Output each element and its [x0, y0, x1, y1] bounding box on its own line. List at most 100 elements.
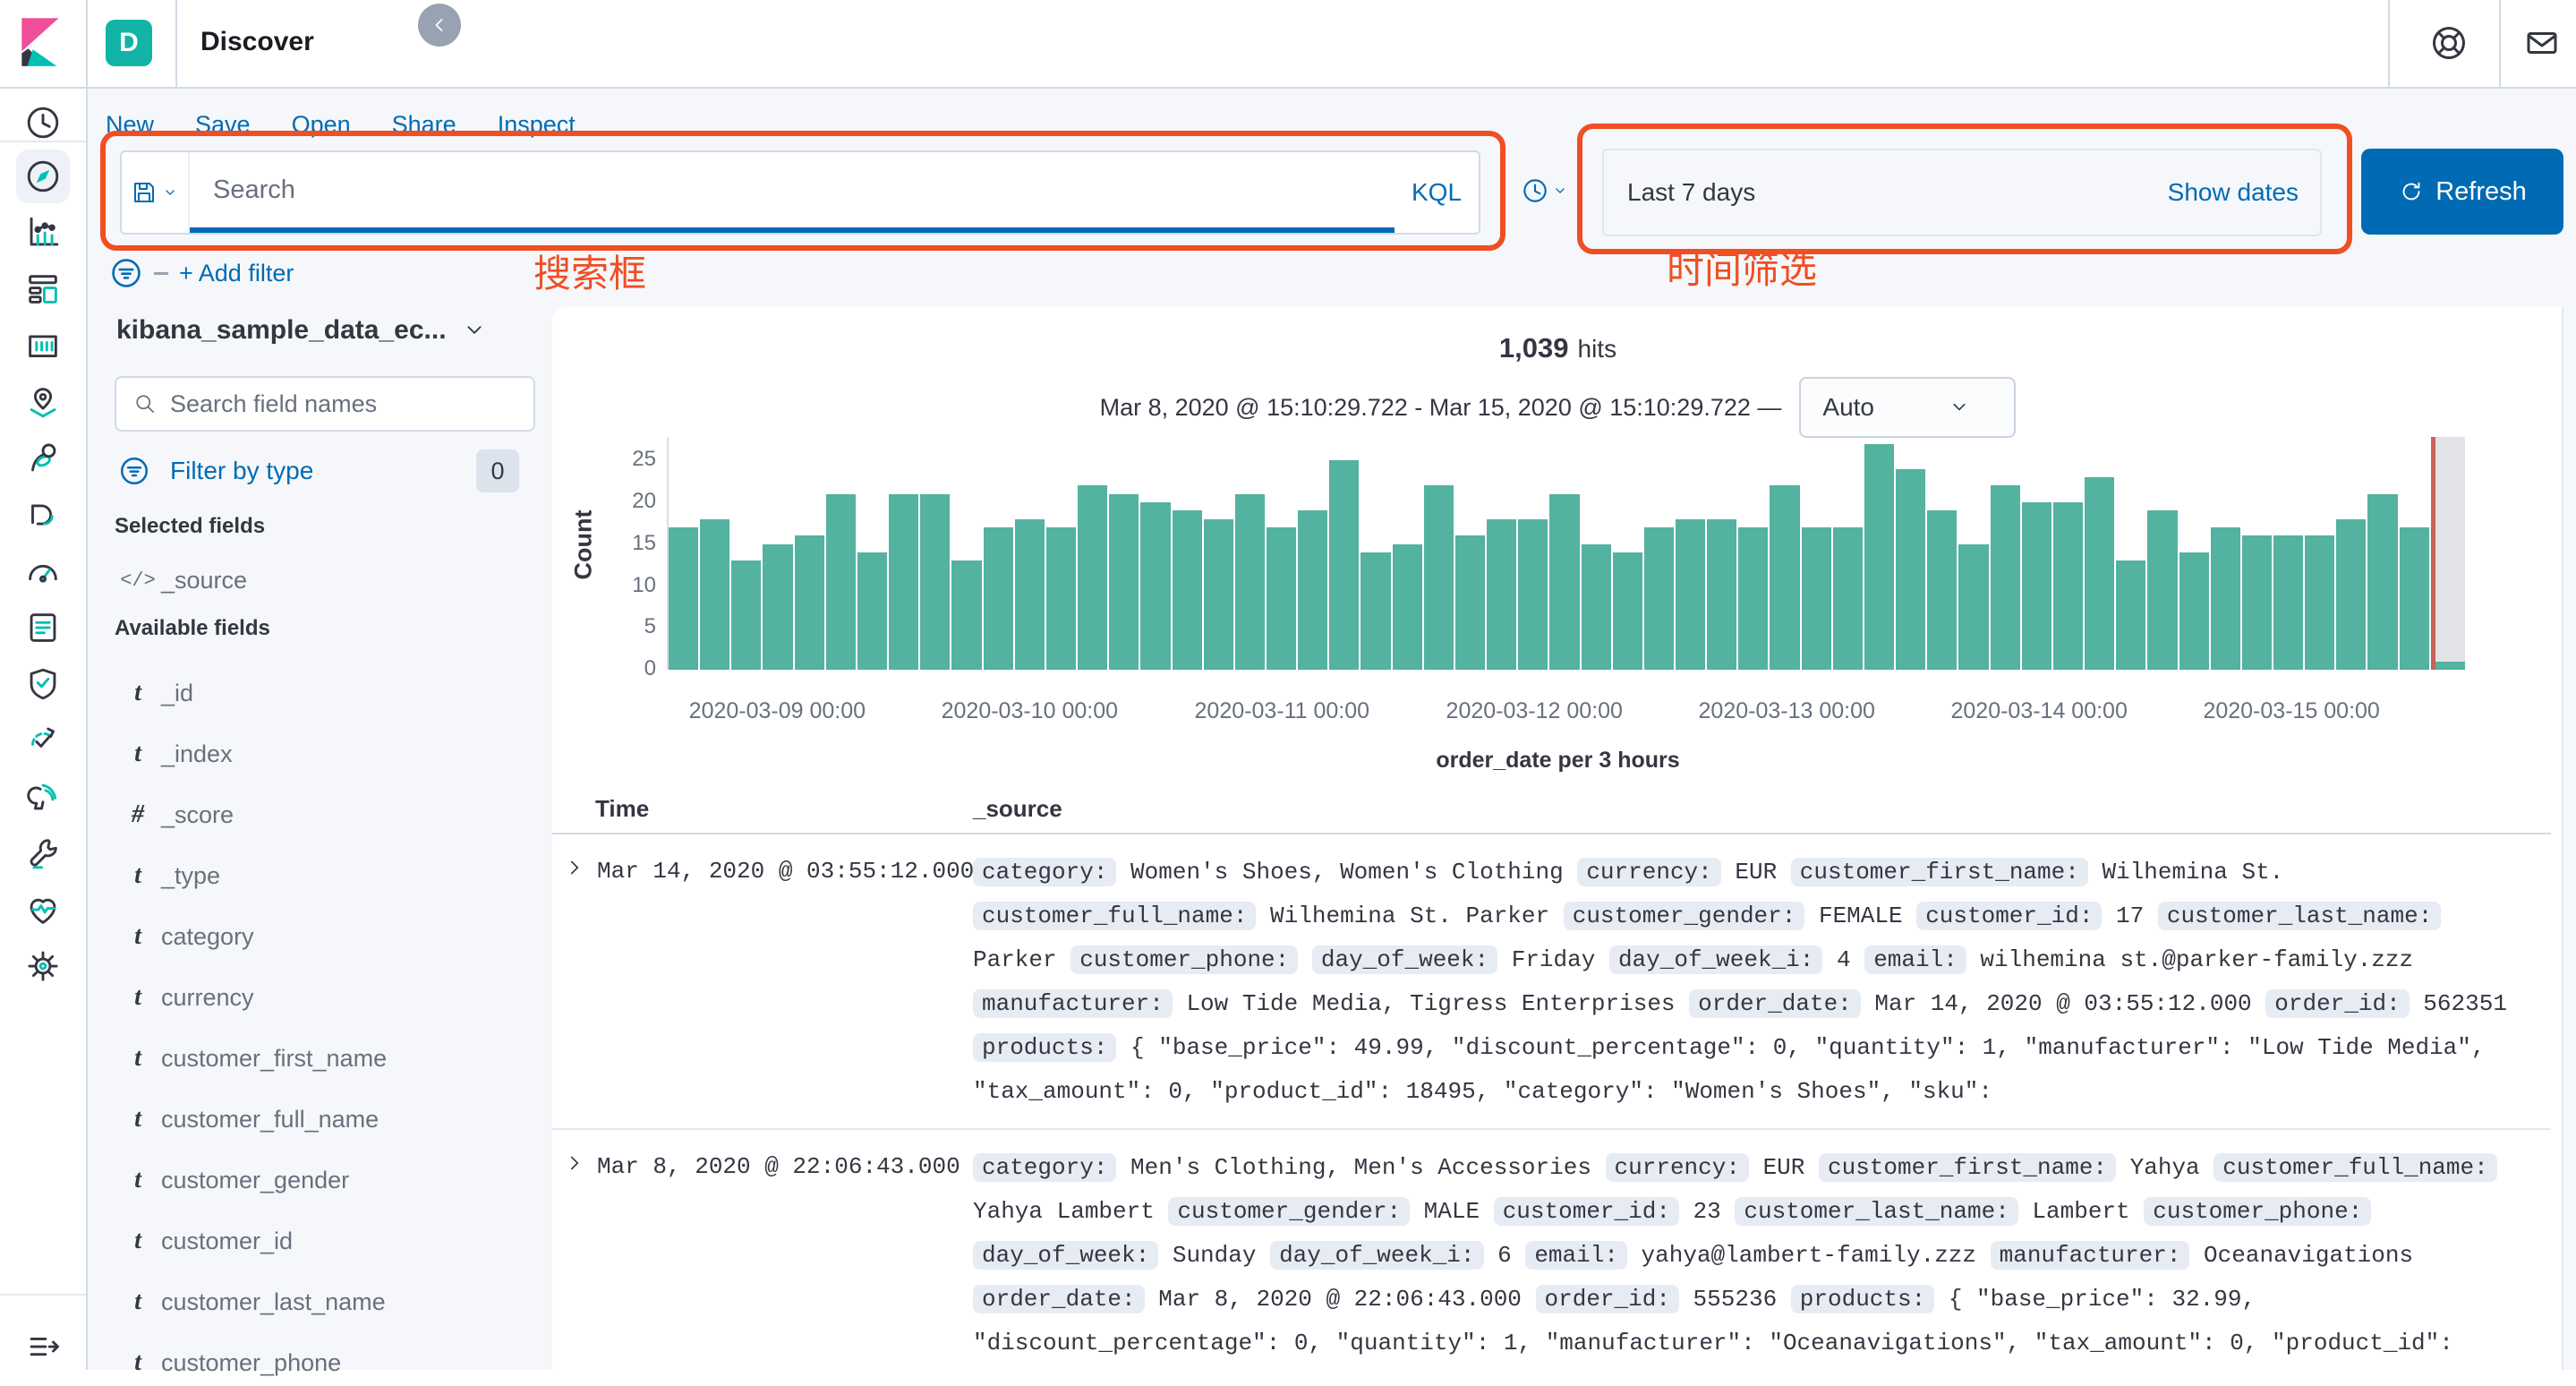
- histogram-bar[interactable]: [1267, 527, 1296, 670]
- time-quick-menu-button[interactable]: [1509, 150, 1581, 231]
- histogram-bar[interactable]: [1046, 527, 1076, 670]
- histogram-bar[interactable]: [1015, 519, 1045, 670]
- histogram-bar[interactable]: [2116, 560, 2145, 670]
- field-item-customer_first_name[interactable]: tcustomer_first_name: [115, 1035, 526, 1082]
- histogram-bar[interactable]: [1896, 469, 1925, 670]
- nav-collapse-button[interactable]: [16, 1320, 70, 1373]
- histogram-bar[interactable]: [1455, 535, 1485, 670]
- field-item-_id[interactable]: t_id: [115, 670, 526, 716]
- histogram-bar[interactable]: [700, 519, 729, 670]
- kql-button[interactable]: KQL: [1395, 152, 1479, 233]
- histogram-bar[interactable]: [889, 494, 918, 670]
- histogram-bar[interactable]: [1173, 510, 1202, 670]
- space-avatar[interactable]: D: [106, 20, 152, 66]
- histogram-bar[interactable]: [857, 552, 887, 670]
- field-item-customer_gender[interactable]: tcustomer_gender: [115, 1157, 526, 1203]
- time-range-picker[interactable]: Last 7 days Show dates: [1602, 149, 2322, 236]
- expand-row-button[interactable]: [552, 851, 597, 1114]
- filter-by-type-button[interactable]: Filter by type: [116, 453, 313, 489]
- menu-item-save[interactable]: Save: [195, 111, 251, 138]
- histogram-bar[interactable]: [1770, 485, 1799, 670]
- histogram-bar[interactable]: [1078, 485, 1107, 670]
- histogram-bar[interactable]: [669, 527, 698, 670]
- histogram-bar[interactable]: [2147, 510, 2177, 670]
- histogram-bar[interactable]: [1991, 485, 2020, 670]
- field-search-input[interactable]: Search field names: [115, 376, 535, 432]
- nav-item-maps[interactable]: [16, 375, 70, 429]
- search-input[interactable]: Search: [190, 152, 1395, 233]
- index-pattern-selector[interactable]: kibana_sample_data_ec...: [116, 315, 488, 346]
- histogram-bar[interactable]: [731, 560, 761, 670]
- add-filter-link[interactable]: + Add filter: [179, 260, 294, 287]
- mail-icon[interactable]: [2521, 21, 2563, 64]
- refresh-button[interactable]: Refresh: [2361, 149, 2563, 235]
- histogram-bar[interactable]: [1707, 519, 1736, 670]
- kibana-logo-icon[interactable]: [13, 13, 72, 72]
- collapse-sidebar-button[interactable]: [418, 4, 461, 47]
- histogram-bar[interactable]: [920, 494, 950, 670]
- histogram-bar[interactable]: [2242, 535, 2272, 670]
- histogram-bar[interactable]: [2336, 519, 2366, 670]
- scrollbar-track[interactable]: [2562, 307, 2576, 1370]
- histogram-bar[interactable]: [2273, 535, 2303, 670]
- column-header-time[interactable]: Time: [595, 795, 649, 823]
- nav-item-logs[interactable]: [16, 601, 70, 654]
- histogram-bar[interactable]: [1927, 510, 1957, 670]
- histogram-bar[interactable]: [1393, 544, 1422, 670]
- field-item-customer_full_name[interactable]: tcustomer_full_name: [115, 1096, 526, 1142]
- expand-row-button[interactable]: [552, 1146, 597, 1370]
- histogram-bar[interactable]: [1235, 494, 1265, 670]
- menu-item-open[interactable]: Open: [292, 111, 351, 138]
- nav-item-visualize[interactable]: [16, 206, 70, 260]
- nav-item-siem[interactable]: [16, 657, 70, 711]
- histogram-bar[interactable]: [1644, 527, 1674, 670]
- column-header-source[interactable]: _source: [973, 795, 1062, 823]
- histogram-bar[interactable]: [1802, 527, 1831, 670]
- show-dates-link[interactable]: Show dates: [2168, 178, 2299, 207]
- menu-item-share[interactable]: Share: [392, 111, 456, 138]
- histogram-bar[interactable]: [1549, 494, 1579, 670]
- nav-item-recently-viewed[interactable]: [16, 96, 70, 150]
- nav-item-discover[interactable]: [16, 150, 70, 203]
- histogram-bar-partial[interactable]: [2435, 662, 2465, 670]
- nav-item-machine-learning[interactable]: [16, 432, 70, 485]
- histogram-bar[interactable]: [795, 535, 824, 670]
- histogram-bar[interactable]: [2053, 502, 2083, 670]
- histogram-bar[interactable]: [2400, 527, 2429, 670]
- histogram-bar[interactable]: [2022, 502, 2051, 670]
- histogram-bar[interactable]: [2305, 535, 2334, 670]
- histogram-bar[interactable]: [1833, 527, 1863, 670]
- menu-item-new[interactable]: New: [106, 111, 154, 138]
- field-item-_index[interactable]: t_index: [115, 731, 526, 777]
- histogram-bar[interactable]: [1424, 485, 1454, 670]
- histogram-bar[interactable]: [1738, 527, 1768, 670]
- saved-query-button[interactable]: [122, 152, 190, 233]
- histogram-bar[interactable]: [2085, 477, 2114, 670]
- nav-item-management[interactable]: [16, 939, 70, 993]
- nav-item-dashboard[interactable]: [16, 262, 70, 316]
- nav-item-uptime[interactable]: [16, 714, 70, 767]
- histogram-bar[interactable]: [1298, 510, 1327, 670]
- histogram-bar[interactable]: [984, 527, 1013, 670]
- nav-item-canvas[interactable]: [16, 319, 70, 372]
- field-item-customer_id[interactable]: tcustomer_id: [115, 1218, 526, 1264]
- field-item-currency[interactable]: tcurrency: [115, 974, 526, 1021]
- field-item-_score[interactable]: #_score: [115, 791, 526, 838]
- field-item-customer_phone[interactable]: tcustomer_phone: [115, 1339, 526, 1386]
- histogram-bar[interactable]: [1361, 552, 1390, 670]
- menu-item-inspect[interactable]: Inspect: [498, 111, 576, 138]
- histogram-bar[interactable]: [2367, 494, 2397, 670]
- histogram-bar[interactable]: [763, 544, 792, 670]
- histogram-bar[interactable]: [1204, 519, 1233, 670]
- help-icon[interactable]: [2427, 21, 2470, 64]
- histogram-bar[interactable]: [951, 560, 981, 670]
- field-item-customer_last_name[interactable]: tcustomer_last_name: [115, 1279, 526, 1325]
- histogram-bar[interactable]: [826, 494, 856, 670]
- histogram-bar[interactable]: [1109, 494, 1139, 670]
- histogram-bar[interactable]: [2179, 552, 2209, 670]
- histogram-bar[interactable]: [1487, 519, 1516, 670]
- histogram-bar[interactable]: [1958, 544, 1988, 670]
- nav-item-dev-tools[interactable]: [16, 826, 70, 880]
- nav-item-graph[interactable]: [16, 488, 70, 542]
- field-item-_source[interactable]: </>_source: [115, 557, 526, 603]
